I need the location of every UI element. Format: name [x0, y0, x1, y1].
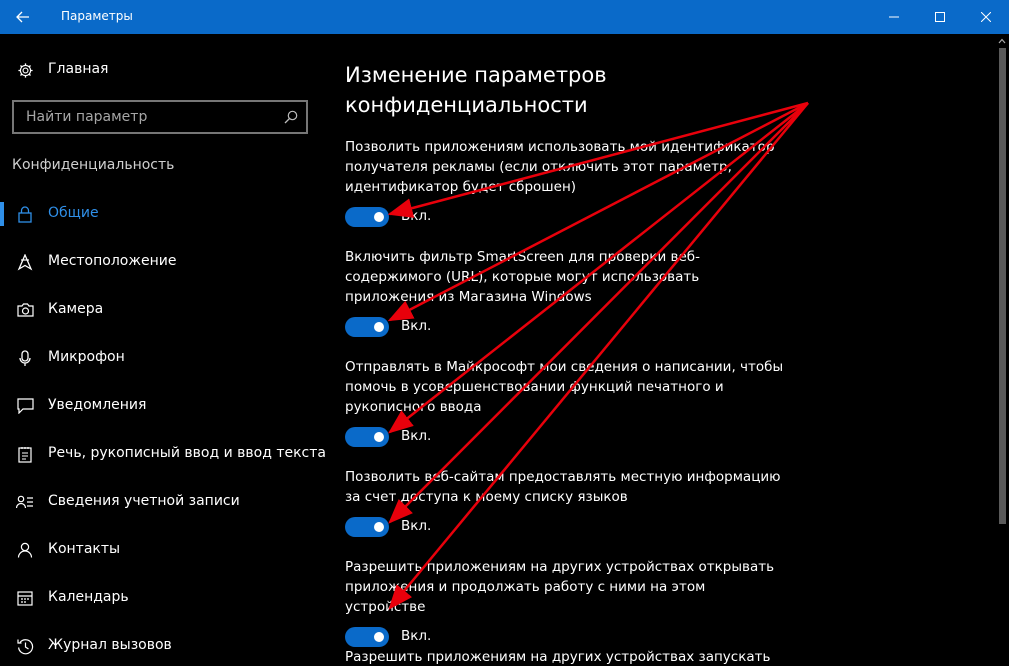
toggle-switch[interactable]	[345, 207, 389, 227]
sidebar-item-calendar[interactable]: Календарь	[0, 574, 330, 622]
search-box[interactable]: Найти параметр	[12, 100, 308, 134]
title-bar: Параметры	[0, 0, 1009, 34]
setting-description: Позволить приложениям использовать мой и…	[345, 139, 775, 195]
back-button[interactable]	[0, 0, 46, 34]
sidebar-item-account-info[interactable]: Сведения учетной записи	[0, 478, 330, 526]
toggle-switch[interactable]	[345, 317, 389, 337]
camera-icon	[16, 301, 34, 319]
setting-smartscreen: Включить фильтр SmartScreen для проверки…	[345, 247, 785, 339]
maximize-button[interactable]	[917, 0, 963, 34]
sidebar-item-location[interactable]: Местоположение	[0, 238, 330, 286]
scrollbar[interactable]	[996, 34, 1009, 666]
toggle-switch[interactable]	[345, 427, 389, 447]
setting-writing-info: Отправлять в Майкрософт мои сведения о н…	[345, 357, 785, 449]
toggle-state-label: Вкл.	[401, 518, 432, 534]
toggle-knob	[374, 322, 384, 332]
sidebar-item-home[interactable]: Главная	[0, 52, 330, 88]
sidebar-item-label: Речь, рукописный ввод и ввод текста	[48, 445, 326, 461]
sidebar-item-label: Камера	[48, 301, 104, 317]
location-icon	[16, 253, 34, 271]
account-info-icon	[16, 493, 34, 511]
minimize-icon	[889, 16, 899, 18]
sidebar-item-label: Контакты	[48, 541, 121, 557]
toggle-knob	[374, 212, 384, 222]
gear-icon	[16, 61, 34, 79]
call-history-icon	[16, 637, 34, 655]
sidebar-item-label: Микрофон	[48, 349, 125, 365]
sidebar-home-label: Главная	[48, 61, 109, 77]
toggle-state-label: Вкл.	[401, 208, 432, 224]
setting-advertising-id: Позволить приложениям использовать мой и…	[345, 137, 785, 229]
setting-description: Разрешить приложениям на других устройст…	[345, 559, 775, 615]
sidebar-nav: Общие Местоположение Камера Микрофон Уве…	[0, 190, 330, 666]
setting-description: Разрешить приложениям на других устройст…	[345, 649, 771, 665]
sidebar-item-label: Сведения учетной записи	[48, 493, 240, 509]
sidebar-item-camera[interactable]: Камера	[0, 286, 330, 334]
notification-icon	[16, 397, 34, 415]
setting-description: Отправлять в Майкрософт мои сведения о н…	[345, 359, 784, 415]
speech-icon	[16, 445, 34, 463]
toggle-knob	[374, 432, 384, 442]
toggle-knob	[374, 522, 384, 532]
maximize-icon	[935, 12, 945, 22]
back-arrow-icon	[16, 11, 29, 23]
search-input[interactable]: Найти параметр	[26, 109, 147, 125]
window-title: Параметры	[61, 9, 133, 23]
setting-language-list: Позволить веб-сайтам предоставлять местн…	[345, 467, 785, 539]
toggle-state-label: Вкл.	[401, 628, 432, 644]
sidebar-item-label: Календарь	[48, 589, 129, 605]
lock-icon	[16, 205, 34, 223]
sidebar-item-label: Уведомления	[48, 397, 147, 413]
sidebar-item-notifications[interactable]: Уведомления	[0, 382, 330, 430]
sidebar-item-label: Общие	[48, 205, 99, 221]
calendar-icon	[16, 589, 34, 607]
close-icon	[981, 12, 991, 22]
page-title: Изменение параметров конфиденциальности	[345, 63, 607, 117]
sidebar-item-speech[interactable]: Речь, рукописный ввод и ввод текста	[0, 430, 330, 478]
active-indicator	[0, 202, 4, 226]
sidebar-item-label: Журнал вызовов	[48, 637, 172, 653]
setting-description: Включить фильтр SmartScreen для проверки…	[345, 249, 700, 305]
toggle-state-label: Вкл.	[401, 428, 432, 444]
sidebar-item-general[interactable]: Общие	[0, 190, 330, 238]
microphone-icon	[16, 349, 34, 367]
section-title-privacy: Конфиденциальность	[12, 157, 175, 173]
setting-other-devices-launch: Разрешить приложениям на других устройст…	[345, 647, 785, 666]
sidebar-item-call-history[interactable]: Журнал вызовов	[0, 622, 330, 666]
toggle-state-label: Вкл.	[401, 318, 432, 334]
toggle-knob	[374, 632, 384, 642]
search-icon[interactable]	[284, 110, 298, 124]
scrollbar-thumb[interactable]	[999, 48, 1006, 524]
scroll-up-arrow-icon[interactable]	[997, 36, 1007, 46]
toggle-switch[interactable]	[345, 627, 389, 647]
close-button[interactable]	[963, 0, 1009, 34]
setting-description: Позволить веб-сайтам предоставлять местн…	[345, 469, 781, 505]
sidebar-item-label: Местоположение	[48, 253, 177, 269]
contacts-icon	[16, 541, 34, 559]
toggle-switch[interactable]	[345, 517, 389, 537]
minimize-button[interactable]	[871, 0, 917, 34]
setting-other-devices-open: Разрешить приложениям на других устройст…	[345, 557, 785, 649]
sidebar-item-microphone[interactable]: Микрофон	[0, 334, 330, 382]
sidebar-item-contacts[interactable]: Контакты	[0, 526, 330, 574]
